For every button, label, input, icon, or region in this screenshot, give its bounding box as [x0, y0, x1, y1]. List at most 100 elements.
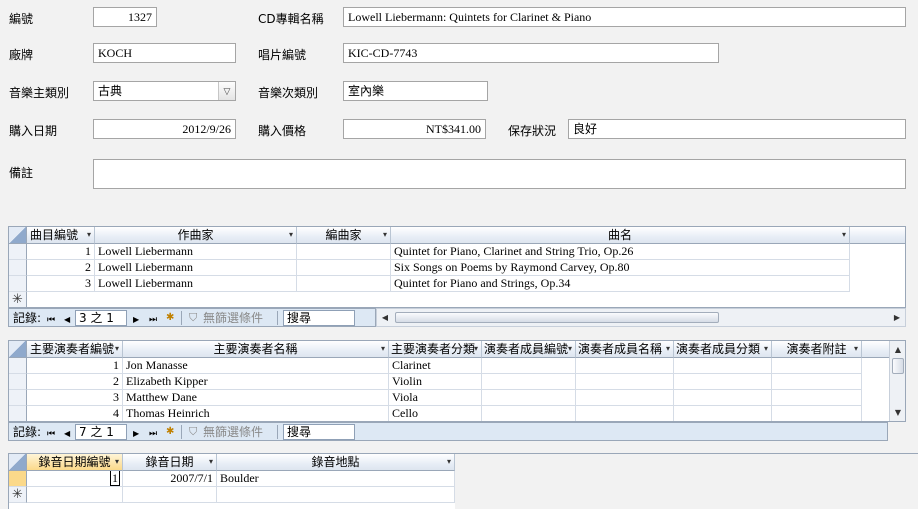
- table-cell[interactable]: Cello: [389, 406, 482, 421]
- table-cell[interactable]: [482, 358, 576, 374]
- table-cell[interactable]: [297, 244, 391, 260]
- table-cell[interactable]: Clarinet: [389, 358, 482, 374]
- prev-record-icon[interactable]: ◀: [64, 426, 70, 442]
- table-cell[interactable]: [482, 374, 576, 390]
- table-cell[interactable]: Six Songs on Poems by Raymond Carvey, Op…: [391, 260, 850, 276]
- genre-combo[interactable]: 古典 ▽: [93, 81, 236, 101]
- table-cell[interactable]: 1: [27, 358, 123, 374]
- table-cell[interactable]: 2007/7/1: [123, 471, 217, 487]
- prev-record-icon[interactable]: ◀: [64, 312, 70, 328]
- price-field[interactable]: NT$341.00: [343, 119, 486, 139]
- scroll-thumb[interactable]: [395, 312, 719, 323]
- table-cell[interactable]: [772, 358, 862, 374]
- col-header-recording-no[interactable]: 錄音日期編號 ▾: [27, 454, 123, 471]
- scroll-right-icon[interactable]: ▶: [889, 311, 905, 325]
- table-cell[interactable]: Matthew Dane: [123, 390, 389, 406]
- new-record-icon[interactable]: ✱: [166, 424, 174, 440]
- col-header-performer-notes[interactable]: 演奏者附註 ▾: [772, 341, 862, 358]
- tracks-horizontal-scrollbar[interactable]: ◀ ▶: [376, 308, 906, 327]
- row-selector[interactable]: [9, 471, 27, 487]
- col-header-performer-no[interactable]: 主要演奏者編號 ▾: [27, 341, 123, 358]
- col-header-member-type[interactable]: 演奏者成員分類 ▾: [674, 341, 772, 358]
- table-cell[interactable]: [674, 358, 772, 374]
- table-cell[interactable]: [674, 390, 772, 406]
- table-cell[interactable]: [576, 358, 674, 374]
- table-cell[interactable]: Elizabeth Kipper: [123, 374, 389, 390]
- table-cell[interactable]: [27, 487, 123, 503]
- scroll-up-icon[interactable]: ▲: [890, 343, 905, 357]
- table-cell[interactable]: 2: [27, 260, 95, 276]
- record-position-box[interactable]: 7 之 1: [75, 424, 127, 440]
- first-record-icon[interactable]: ⏮: [47, 426, 55, 442]
- select-all-corner[interactable]: [9, 341, 27, 358]
- col-header-composer[interactable]: 作曲家 ▾: [95, 227, 297, 244]
- next-record-icon[interactable]: ▶: [133, 426, 139, 442]
- select-all-corner[interactable]: [9, 454, 27, 471]
- scroll-left-icon[interactable]: ◀: [377, 311, 393, 325]
- subgenre-field[interactable]: 室內樂: [343, 81, 488, 101]
- date-field[interactable]: 2012/9/26: [93, 119, 236, 139]
- table-cell[interactable]: [576, 390, 674, 406]
- table-cell[interactable]: [123, 487, 217, 503]
- scroll-thumb[interactable]: [892, 358, 904, 374]
- table-cell[interactable]: 1: [27, 471, 123, 487]
- table-cell[interactable]: Viola: [389, 390, 482, 406]
- table-cell[interactable]: [772, 406, 862, 421]
- next-record-icon[interactable]: ▶: [133, 312, 139, 328]
- first-record-icon[interactable]: ⏮: [47, 312, 55, 328]
- col-header-arranger[interactable]: 編曲家 ▾: [297, 227, 391, 244]
- new-row-icon[interactable]: ✳: [9, 292, 27, 307]
- table-cell[interactable]: [772, 374, 862, 390]
- search-input[interactable]: 搜尋: [283, 310, 355, 326]
- row-selector[interactable]: [9, 406, 27, 421]
- search-input[interactable]: 搜尋: [283, 424, 355, 440]
- table-cell[interactable]: 4: [27, 406, 123, 421]
- row-selector[interactable]: [9, 374, 27, 390]
- record-position-box[interactable]: 3 之 1: [75, 310, 127, 326]
- condition-field[interactable]: 良好: [568, 119, 906, 139]
- last-record-icon[interactable]: ⏭: [149, 426, 157, 442]
- table-cell[interactable]: [217, 487, 455, 503]
- table-cell[interactable]: Jon Manasse: [123, 358, 389, 374]
- new-row-icon[interactable]: ✳: [9, 487, 27, 503]
- id-field[interactable]: 1327: [93, 7, 157, 27]
- table-cell[interactable]: Lowell Liebermann: [95, 260, 297, 276]
- table-cell[interactable]: [576, 406, 674, 421]
- new-record-icon[interactable]: ✱: [166, 310, 174, 326]
- table-cell[interactable]: [674, 406, 772, 421]
- table-cell[interactable]: [576, 374, 674, 390]
- col-header-recording-date[interactable]: 錄音日期 ▾: [123, 454, 217, 471]
- chevron-down-icon[interactable]: ▽: [218, 82, 235, 100]
- album-field[interactable]: Lowell Liebermann: Quintets for Clarinet…: [343, 7, 906, 27]
- row-selector[interactable]: [9, 276, 27, 292]
- row-selector[interactable]: [9, 244, 27, 260]
- table-cell[interactable]: Quintet for Piano and Strings, Op.34: [391, 276, 850, 292]
- table-cell[interactable]: [297, 260, 391, 276]
- col-header-track-no[interactable]: 曲目編號 ▾: [27, 227, 95, 244]
- notes-field[interactable]: [93, 159, 906, 189]
- table-cell[interactable]: Boulder: [217, 471, 455, 487]
- filter-icon[interactable]: ⛉: [189, 424, 197, 440]
- performers-vertical-scrollbar[interactable]: ▲ ▼: [889, 341, 905, 421]
- table-cell[interactable]: 1: [27, 244, 95, 260]
- catalog-field[interactable]: KIC-CD-7743: [343, 43, 719, 63]
- col-header-performer-name[interactable]: 主要演奏者名稱 ▾: [123, 341, 389, 358]
- scroll-down-icon[interactable]: ▼: [890, 406, 905, 420]
- col-header-member-name[interactable]: 演奏者成員名稱 ▾: [576, 341, 674, 358]
- row-selector[interactable]: [9, 390, 27, 406]
- table-cell[interactable]: Quintet for Piano, Clarinet and String T…: [391, 244, 850, 260]
- col-header-recording-place[interactable]: 錄音地點 ▾: [217, 454, 455, 471]
- table-cell[interactable]: Lowell Liebermann: [95, 244, 297, 260]
- label-field[interactable]: KOCH: [93, 43, 236, 63]
- col-header-title[interactable]: 曲名 ▾: [391, 227, 850, 244]
- table-cell[interactable]: [297, 276, 391, 292]
- table-cell[interactable]: [482, 390, 576, 406]
- col-header-member-no[interactable]: 演奏者成員編號 ▾: [482, 341, 576, 358]
- table-cell[interactable]: [674, 374, 772, 390]
- filter-icon[interactable]: ⛉: [189, 310, 197, 326]
- no-filter-label[interactable]: 無篩選條件: [203, 310, 263, 326]
- table-cell[interactable]: [772, 390, 862, 406]
- table-cell[interactable]: 3: [27, 276, 95, 292]
- last-record-icon[interactable]: ⏭: [149, 312, 157, 328]
- row-selector[interactable]: [9, 260, 27, 276]
